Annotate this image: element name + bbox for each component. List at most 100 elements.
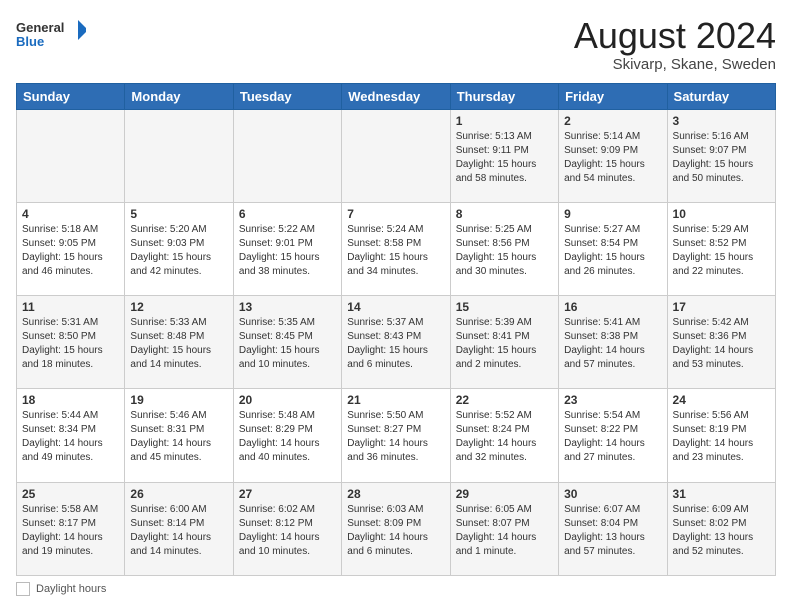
week-row-1: 1Sunrise: 5:13 AM Sunset: 9:11 PM Daylig… [17, 109, 776, 202]
day-detail: Sunrise: 6:00 AM Sunset: 8:14 PM Dayligh… [130, 503, 227, 559]
calendar-cell: 27 Sunrise: 6:02 AM Sunset: 8:12 PM Dayli… [233, 482, 341, 575]
day-number: 22 [456, 393, 553, 407]
generalblue-icon: General Blue [16, 16, 86, 56]
day-detail: Sunrise: 6:07 AM Sunset: 8:04 PM Dayligh… [564, 503, 661, 559]
day-detail: Sunrise: 5:27 AM Sunset: 8:54 PM Dayligh… [564, 223, 661, 279]
calendar-cell: 18 Sunrise: 5:44 AM Sunset: 8:34 PM Dayli… [17, 389, 125, 482]
week-row-4: 18 Sunrise: 5:44 AM Sunset: 8:34 PM Dayli… [17, 389, 776, 482]
day-number: 3 [673, 114, 770, 128]
day-number: 31 [673, 487, 770, 501]
day-number: 29 [456, 487, 553, 501]
header-sunday: Sunday [17, 83, 125, 109]
day-number: 28 [347, 487, 444, 501]
svg-text:General: General [16, 20, 64, 35]
location: Skivarp, Skane, Sweden [574, 56, 776, 73]
calendar-cell: 2Sunrise: 5:14 AM Sunset: 9:09 PM Daylig… [559, 109, 667, 202]
week-row-3: 11 Sunrise: 5:31 AM Sunset: 8:50 PM Dayli… [17, 296, 776, 389]
day-detail: Sunrise: 5:42 AM Sunset: 8:36 PM Dayligh… [673, 316, 770, 372]
svg-text:Blue: Blue [16, 34, 44, 49]
calendar-cell: 9 Sunrise: 5:27 AM Sunset: 8:54 PM Daylig… [559, 202, 667, 295]
calendar-cell: 23 Sunrise: 5:54 AM Sunset: 8:22 PM Dayli… [559, 389, 667, 482]
calendar-cell: 21Sunrise: 5:50 AM Sunset: 8:27 PM Dayli… [342, 389, 450, 482]
calendar-cell: 6Sunrise: 5:22 AM Sunset: 9:01 PM Daylig… [233, 202, 341, 295]
day-detail: Sunrise: 6:03 AM Sunset: 8:09 PM Dayligh… [347, 503, 444, 559]
day-detail: Sunrise: 5:56 AM Sunset: 8:19 PM Dayligh… [673, 409, 770, 465]
day-number: 15 [456, 300, 553, 314]
header-thursday: Thursday [450, 83, 558, 109]
day-number: 12 [130, 300, 227, 314]
day-detail: Sunrise: 5:58 AM Sunset: 8:17 PM Dayligh… [22, 503, 119, 559]
calendar-cell [125, 109, 233, 202]
day-number: 11 [22, 300, 119, 314]
day-number: 16 [564, 300, 661, 314]
day-detail: Sunrise: 6:02 AM Sunset: 8:12 PM Dayligh… [239, 503, 336, 559]
day-number: 23 [564, 393, 661, 407]
calendar-cell: 25 Sunrise: 5:58 AM Sunset: 8:17 PM Dayli… [17, 482, 125, 575]
day-detail: Sunrise: 6:05 AM Sunset: 8:07 PM Dayligh… [456, 503, 553, 559]
day-number: 2 [564, 114, 661, 128]
day-detail: Sunrise: 5:52 AM Sunset: 8:24 PM Dayligh… [456, 409, 553, 465]
calendar-cell: 5Sunrise: 5:20 AM Sunset: 9:03 PM Daylig… [125, 202, 233, 295]
day-number: 26 [130, 487, 227, 501]
calendar-cell [17, 109, 125, 202]
daylight-label: Daylight hours [36, 583, 106, 595]
day-detail: Sunrise: 5:54 AM Sunset: 8:22 PM Dayligh… [564, 409, 661, 465]
day-detail: Sunrise: 5:44 AM Sunset: 8:34 PM Dayligh… [22, 409, 119, 465]
day-number: 17 [673, 300, 770, 314]
calendar-cell: 4 Sunrise: 5:18 AM Sunset: 9:05 PM Daylig… [17, 202, 125, 295]
header-saturday: Saturday [667, 83, 775, 109]
calendar-cell [342, 109, 450, 202]
calendar-cell: 13 Sunrise: 5:35 AM Sunset: 8:45 PM Dayli… [233, 296, 341, 389]
day-number: 8 [456, 207, 553, 221]
day-detail: Sunrise: 5:39 AM Sunset: 8:41 PM Dayligh… [456, 316, 553, 372]
header-friday: Friday [559, 83, 667, 109]
header-wednesday: Wednesday [342, 83, 450, 109]
calendar-cell: 26 Sunrise: 6:00 AM Sunset: 8:14 PM Dayli… [125, 482, 233, 575]
calendar-cell: 20 Sunrise: 5:48 AM Sunset: 8:29 PM Dayli… [233, 389, 341, 482]
day-detail: Sunrise: 5:31 AM Sunset: 8:50 PM Dayligh… [22, 316, 119, 372]
month-year: August 2024 [574, 16, 776, 56]
day-detail: Sunrise: 5:20 AM Sunset: 9:03 PM Dayligh… [130, 223, 227, 279]
day-number: 21 [347, 393, 444, 407]
day-number: 7 [347, 207, 444, 221]
calendar-cell: 10Sunrise: 5:29 AM Sunset: 8:52 PM Dayli… [667, 202, 775, 295]
day-detail: Sunrise: 5:41 AM Sunset: 8:38 PM Dayligh… [564, 316, 661, 372]
day-number: 13 [239, 300, 336, 314]
title-block: August 2024 Skivarp, Skane, Sweden [574, 16, 776, 73]
day-number: 25 [22, 487, 119, 501]
week-row-2: 4 Sunrise: 5:18 AM Sunset: 9:05 PM Daylig… [17, 202, 776, 295]
calendar-cell: 1Sunrise: 5:13 AM Sunset: 9:11 PM Daylig… [450, 109, 558, 202]
calendar-cell: 30Sunrise: 6:07 AM Sunset: 8:04 PM Dayli… [559, 482, 667, 575]
day-number: 18 [22, 393, 119, 407]
day-number: 20 [239, 393, 336, 407]
day-detail: Sunrise: 5:16 AM Sunset: 9:07 PM Dayligh… [673, 130, 770, 186]
calendar-cell [233, 109, 341, 202]
page: General Blue August 2024 Skivarp, Skane,… [0, 0, 792, 612]
daylight-box [16, 582, 30, 596]
day-number: 9 [564, 207, 661, 221]
day-detail: Sunrise: 5:24 AM Sunset: 8:58 PM Dayligh… [347, 223, 444, 279]
day-number: 27 [239, 487, 336, 501]
day-detail: Sunrise: 5:18 AM Sunset: 9:05 PM Dayligh… [22, 223, 119, 279]
calendar-cell: 19Sunrise: 5:46 AM Sunset: 8:31 PM Dayli… [125, 389, 233, 482]
day-number: 14 [347, 300, 444, 314]
calendar-cell: 24Sunrise: 5:56 AM Sunset: 8:19 PM Dayli… [667, 389, 775, 482]
day-detail: Sunrise: 5:35 AM Sunset: 8:45 PM Dayligh… [239, 316, 336, 372]
day-number: 4 [22, 207, 119, 221]
day-detail: Sunrise: 5:13 AM Sunset: 9:11 PM Dayligh… [456, 130, 553, 186]
logo: General Blue [16, 16, 86, 56]
day-detail: Sunrise: 5:48 AM Sunset: 8:29 PM Dayligh… [239, 409, 336, 465]
calendar-cell: 29 Sunrise: 6:05 AM Sunset: 8:07 PM Dayli… [450, 482, 558, 575]
header: General Blue August 2024 Skivarp, Skane,… [16, 16, 776, 73]
footer: Daylight hours [16, 582, 776, 596]
header-monday: Monday [125, 83, 233, 109]
day-detail: Sunrise: 6:09 AM Sunset: 8:02 PM Dayligh… [673, 503, 770, 559]
day-detail: Sunrise: 5:37 AM Sunset: 8:43 PM Dayligh… [347, 316, 444, 372]
calendar-cell: 31 Sunrise: 6:09 AM Sunset: 8:02 PM Dayli… [667, 482, 775, 575]
header-tuesday: Tuesday [233, 83, 341, 109]
calendar-cell: 17 Sunrise: 5:42 AM Sunset: 8:36 PM Dayli… [667, 296, 775, 389]
day-detail: Sunrise: 5:25 AM Sunset: 8:56 PM Dayligh… [456, 223, 553, 279]
calendar-cell: 7 Sunrise: 5:24 AM Sunset: 8:58 PM Daylig… [342, 202, 450, 295]
calendar-cell: 8 Sunrise: 5:25 AM Sunset: 8:56 PM Daylig… [450, 202, 558, 295]
day-detail: Sunrise: 5:29 AM Sunset: 8:52 PM Dayligh… [673, 223, 770, 279]
